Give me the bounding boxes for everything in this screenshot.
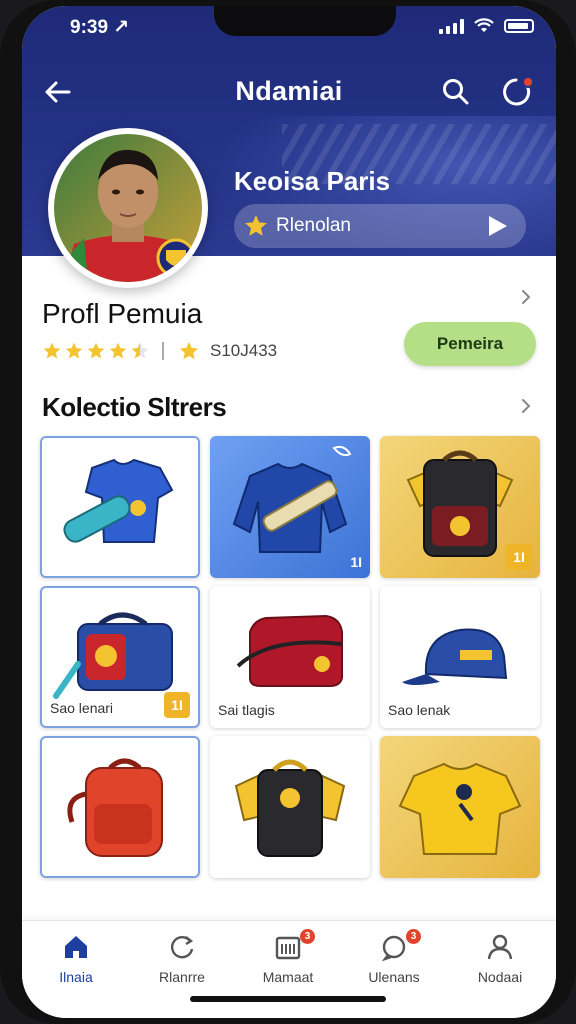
notification-button[interactable] <box>494 70 538 114</box>
nav-label: Nodaai <box>477 969 523 985</box>
pill-label: Rlenolan <box>276 215 351 236</box>
nav-label: Ulenans <box>368 969 420 985</box>
search-button[interactable] <box>434 70 478 114</box>
calendar-icon <box>275 936 301 960</box>
divider <box>162 342 164 360</box>
card-badge: 1I <box>506 544 532 570</box>
collection-card[interactable] <box>210 736 370 878</box>
collection-card[interactable]: Sao lenari 1I <box>40 586 200 728</box>
nav-item-chat[interactable]: 3 Ulenans <box>344 929 444 993</box>
chevron-right-icon[interactable] <box>518 398 534 414</box>
rating-star <box>65 342 83 359</box>
nav-label: Rlanrre <box>159 969 205 985</box>
collection-card[interactable]: 1I <box>380 436 540 578</box>
phone-frame: 9:39 ↗ Ndamiai Keoisa Paris Rlenolan Pro… <box>0 0 576 1024</box>
nav-item-home[interactable]: Ilnaia <box>26 933 126 993</box>
collection-card[interactable]: Sao lenak <box>380 586 540 728</box>
nav-badge: 3 <box>406 929 421 944</box>
app-screen: 9:39 ↗ Ndamiai Keoisa Paris Rlenolan Pro… <box>22 6 556 1018</box>
wifi-icon <box>474 18 494 32</box>
battery-icon <box>504 19 534 33</box>
status-time: 9:39 ↗ <box>70 17 130 38</box>
chevron-right-icon[interactable] <box>518 289 534 305</box>
top-app-bar: Ndamiai <box>22 64 556 120</box>
player-photo <box>54 134 202 282</box>
section-title[interactable]: Kolectio Sltrers <box>42 392 227 423</box>
collection-card[interactable] <box>380 736 540 878</box>
profile-icon <box>487 934 513 960</box>
collection-card[interactable] <box>40 436 200 578</box>
status-icons <box>439 18 534 34</box>
play-icon <box>486 215 508 242</box>
rating-row: S10J433 <box>42 340 277 362</box>
nav-item-calendar[interactable]: 3 Mamaat <box>238 929 338 993</box>
jacket-icon <box>232 445 352 553</box>
rating-star <box>87 342 105 359</box>
star-icon <box>242 212 270 240</box>
star-icon <box>179 341 199 360</box>
nav-label: Ilnaia <box>59 969 93 985</box>
nav-item-profile[interactable]: Nodaai <box>450 933 550 993</box>
follow-button[interactable]: Pemeira <box>404 322 536 366</box>
card-badge: 1I <box>164 692 190 718</box>
team-name: Keoisa Paris <box>234 166 391 196</box>
red-backpack-icon <box>67 758 163 857</box>
jersey-bottle-icon <box>63 458 174 543</box>
rating-star <box>131 342 149 359</box>
rating-score: S10J433 <box>210 341 278 360</box>
chat-icon <box>382 935 406 961</box>
home-icon <box>65 936 87 958</box>
collection-card[interactable]: Sai tlagis <box>210 586 370 728</box>
player-avatar[interactable] <box>48 128 208 288</box>
star-rating <box>42 341 150 361</box>
notification-dot <box>522 76 534 88</box>
nav-badge: 3 <box>300 929 315 944</box>
rating-star <box>109 342 127 359</box>
play-highlight-pill[interactable]: Rlenolan <box>234 204 526 248</box>
signal-icon <box>439 18 464 34</box>
yellow-jersey-icon <box>398 762 522 855</box>
status-bar: 9:39 ↗ <box>22 16 556 38</box>
nav-label: Mamaat <box>262 969 314 985</box>
nav-item-refresh[interactable]: Rlanrre <box>132 933 232 993</box>
card-caption: Sao lenari <box>50 700 114 716</box>
black-backpack-icon <box>234 759 346 857</box>
card-caption: Sao lenak <box>388 702 451 718</box>
bottom-navigation: Ilnaia Rlanrre 3 Mamaat 3 Ulenans Nodaai <box>22 920 556 1018</box>
search-icon <box>443 79 469 105</box>
profile-title[interactable]: Profl Pemuia <box>42 298 202 330</box>
home-indicator <box>190 996 386 1002</box>
card-caption: Sai tlagis <box>218 702 275 718</box>
collection-card[interactable] <box>40 736 200 878</box>
refresh-icon <box>171 936 194 959</box>
rating-star <box>43 342 61 359</box>
collection-card[interactable]: 1I <box>210 436 370 578</box>
card-badge: 1I <box>350 554 362 570</box>
